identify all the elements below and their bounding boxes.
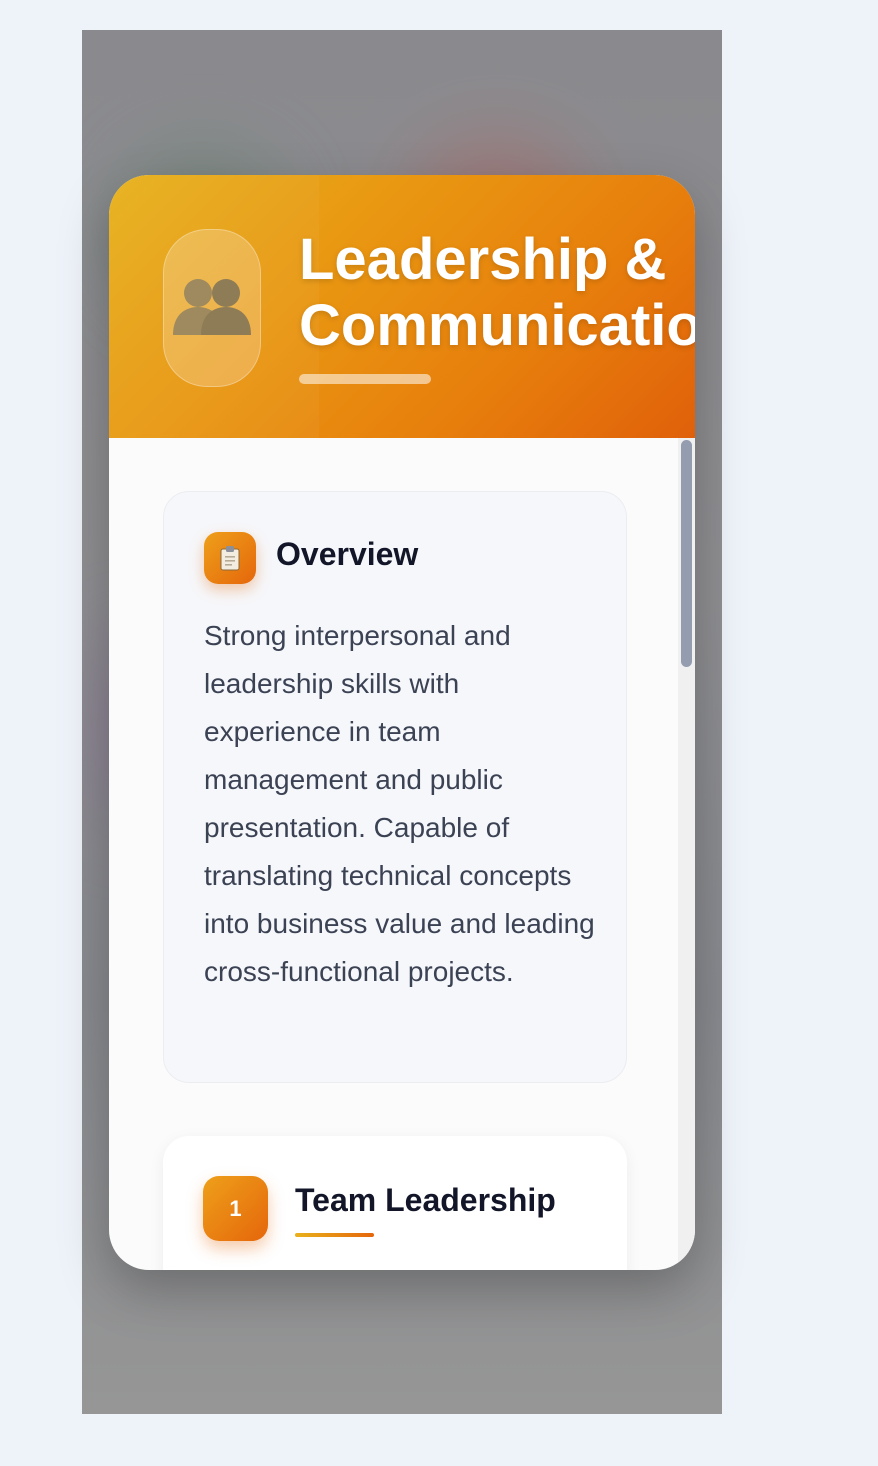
overview-card: Overview Strong interpersonal and leader… bbox=[163, 491, 627, 1083]
overview-text: Strong interpersonal and leadership skil… bbox=[204, 620, 595, 987]
modal-header: Leadership & Communication bbox=[109, 175, 695, 438]
people-icon bbox=[173, 279, 251, 335]
overview-title: Overview bbox=[276, 536, 419, 572]
skill-number-badge: 1 bbox=[203, 1176, 268, 1241]
scrollbar-thumb[interactable] bbox=[681, 440, 692, 667]
header-icon-container bbox=[163, 229, 261, 387]
modal-title: Leadership & Communication bbox=[299, 227, 695, 359]
modal-title-line-2: Communication bbox=[299, 293, 695, 358]
title-underline bbox=[299, 374, 431, 384]
skill-title: Team Leadership bbox=[295, 1182, 556, 1218]
modal-title-line-1: Leadership & bbox=[299, 227, 667, 292]
skill-title-underline bbox=[295, 1233, 374, 1237]
skill-card[interactable]: 1 Team Leadership bbox=[163, 1136, 627, 1270]
overview-icon-badge bbox=[204, 532, 256, 584]
skill-detail-modal: Leadership & Communication Overview Stro… bbox=[109, 175, 695, 1270]
clipboard-icon bbox=[220, 546, 240, 571]
